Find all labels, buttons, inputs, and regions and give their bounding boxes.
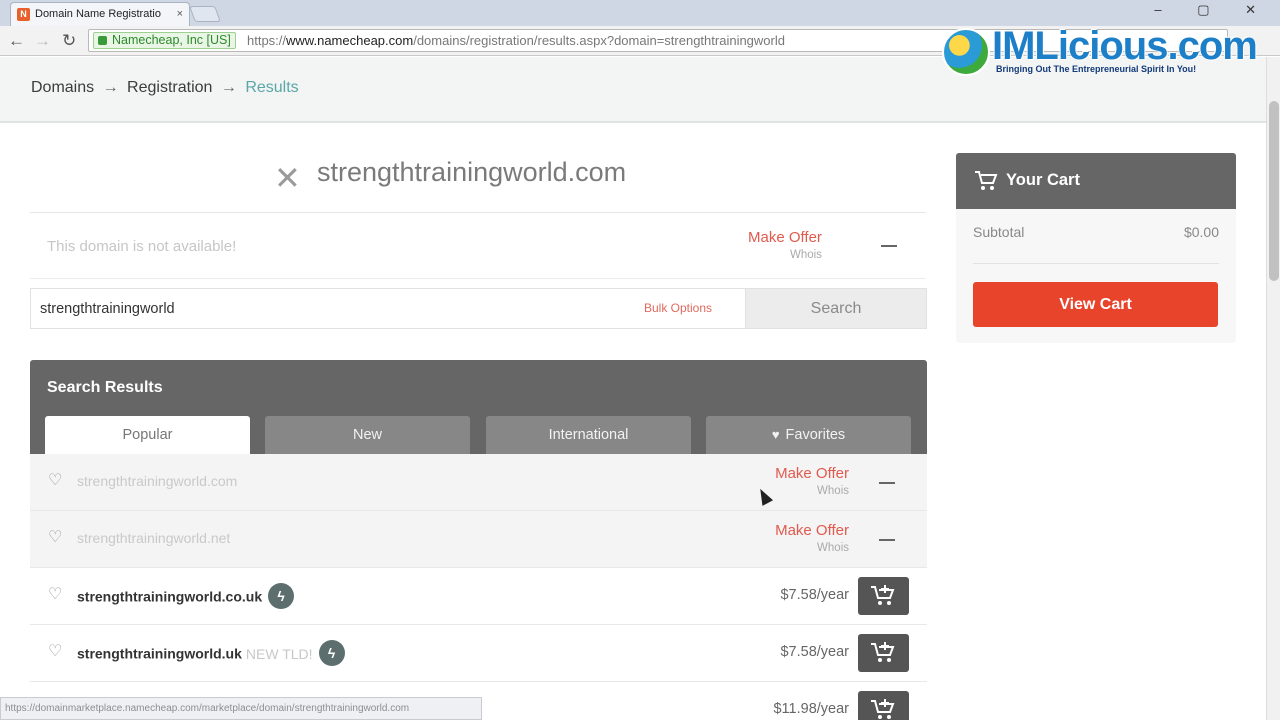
make-offer-link[interactable]: Make Offer [775, 465, 849, 482]
tab-close-icon[interactable]: × [177, 3, 183, 25]
add-to-cart-button[interactable] [858, 577, 909, 615]
new-tab-button[interactable] [189, 6, 221, 22]
collapse-minus-icon[interactable] [879, 482, 895, 484]
url-path: /domains/registration/results.aspx?domai… [413, 33, 785, 48]
imlicious-logo-icon [942, 28, 990, 76]
result-row: ♡ strengthtrainingworld.co.uk ϟ $7.58/yea… [30, 568, 927, 625]
result-row: ♡ strengthtrainingworld.com Make Offer W… [30, 454, 927, 511]
breadcrumb-separator: → [220, 79, 237, 96]
search-button[interactable]: Search [745, 289, 926, 328]
tab-favorites-label: Favorites [785, 427, 846, 443]
breadcrumb-results: Results [245, 79, 299, 96]
breadcrumb: Domains → Registration → Results [31, 79, 299, 97]
favorite-heart-icon[interactable]: ♡ [48, 644, 62, 660]
result-row: ♡ strengthtrainingworld.uk NEW TLD! ϟ $7.5… [30, 625, 927, 682]
ev-label: Namecheap, Inc [US] [112, 33, 231, 47]
browser-status-bar: https://domainmarketplace.namecheap.com/… [0, 697, 482, 720]
offer-group: Make Offer Whois [748, 229, 822, 261]
collapse-minus-icon[interactable] [879, 539, 895, 541]
searched-domain-header: ✕ strengthtrainingworld.com [30, 147, 926, 213]
watermark-title: IMLicious.com [992, 24, 1258, 68]
ev-certificate-badge[interactable]: Namecheap, Inc [US] [93, 32, 236, 49]
lightning-bolt-icon: ϟ [318, 640, 345, 666]
cart-sidebar: Your Cart Subtotal $0.00 View Cart [956, 153, 1236, 343]
search-results-header: Search Results Popular New International… [30, 360, 927, 454]
favorite-heart-icon[interactable]: ♡ [48, 587, 62, 603]
url-text[interactable]: https://www.namecheap.com/domains/regist… [247, 33, 785, 48]
browser-tab[interactable]: N Domain Name Registratio × [10, 2, 190, 26]
searched-domain-name: strengthtrainingworld.com [317, 157, 627, 187]
search-results-title: Search Results [47, 379, 163, 396]
cart-header: Your Cart [956, 153, 1236, 209]
breadcrumb-registration[interactable]: Registration [127, 79, 212, 96]
offer-group: Make Offer Whois [775, 465, 849, 497]
browser-tabbar: N Domain Name Registratio × – ▢ ✕ [0, 0, 1280, 26]
breadcrumb-separator: → [102, 79, 119, 96]
favorite-heart-icon[interactable]: ♡ [48, 473, 62, 489]
breadcrumb-domains[interactable]: Domains [31, 79, 94, 96]
tab-popular[interactable]: Popular [45, 416, 250, 454]
cart-icon [975, 171, 998, 190]
collapse-minus-icon[interactable] [881, 245, 897, 247]
cart-subtotal-row: Subtotal $0.00 [973, 224, 1219, 264]
subtotal-label: Subtotal [973, 224, 1025, 240]
make-offer-link[interactable]: Make Offer [748, 229, 822, 246]
add-to-cart-icon [871, 585, 895, 605]
lightning-bolt-icon: ϟ [268, 583, 295, 609]
new-tld-badge: NEW TLD! [245, 645, 313, 662]
result-domain-entry: strengthtrainingworld.co.uk ϟ [77, 583, 295, 609]
whois-link[interactable]: Whois [748, 249, 822, 261]
imlicious-watermark: IMLicious.com Bringing Out The Entrepren… [942, 24, 1264, 78]
domain-search-input[interactable]: strengthtrainingworld [40, 301, 175, 317]
page-scrollbar[interactable] [1266, 57, 1280, 720]
page-content: Domains → Registration → Results ✕ stren… [0, 57, 1266, 720]
back-icon[interactable]: ← [8, 31, 25, 51]
lock-icon [98, 36, 107, 45]
namecheap-favicon-icon: N [17, 8, 30, 21]
domain-search-bar: strengthtrainingworld Bulk Options Searc… [30, 288, 927, 329]
result-price: $11.98/year [773, 701, 849, 717]
result-domain-entry: strengthtrainingworld.uk NEW TLD! ϟ [77, 640, 345, 666]
tab-international[interactable]: International [486, 416, 691, 454]
watermark-subtitle: Bringing Out The Entrepreneurial Spirit … [996, 64, 1197, 74]
tab-new[interactable]: New [265, 416, 470, 454]
tab-favorites[interactable]: ♥ Favorites [706, 416, 911, 454]
result-domain-name: strengthtrainingworld.uk [77, 645, 242, 662]
heart-icon: ♥ [771, 427, 780, 442]
search-results-panel: Search Results Popular New International… [30, 360, 927, 720]
add-to-cart-button[interactable] [858, 634, 909, 672]
url-host: www.namecheap.com [286, 33, 414, 48]
window-controls[interactable]: – ▢ ✕ [1154, 2, 1272, 18]
result-row: ♡ strengthtrainingworld.net Make Offer W… [30, 511, 927, 568]
reload-icon[interactable]: ↻ [62, 31, 76, 51]
whois-link[interactable]: Whois [775, 485, 849, 497]
result-domain-name: strengthtrainingworld.co.uk [77, 588, 263, 605]
unavailable-x-icon: ✕ [274, 160, 301, 196]
unavailable-message: This domain is not available! [47, 238, 237, 255]
result-domain-name: strengthtrainingworld.com [77, 473, 238, 489]
tab-title: Domain Name Registratio [35, 8, 161, 20]
add-to-cart-button[interactable] [858, 691, 909, 720]
add-to-cart-icon [871, 699, 895, 719]
add-to-cart-icon [871, 642, 895, 662]
url-scheme: https:// [247, 33, 287, 48]
offer-group: Make Offer Whois [775, 522, 849, 554]
scrollbar-thumb[interactable] [1269, 101, 1279, 281]
result-price: $7.58/year [780, 587, 849, 603]
subtotal-value: $0.00 [1183, 224, 1219, 240]
view-cart-button[interactable]: View Cart [973, 282, 1218, 327]
forward-icon[interactable]: → [34, 31, 51, 51]
favorite-heart-icon[interactable]: ♡ [48, 530, 62, 546]
result-domain-name: strengthtrainingworld.net [77, 530, 231, 546]
bulk-options-link[interactable]: Bulk Options [644, 301, 712, 315]
make-offer-link[interactable]: Make Offer [775, 522, 849, 539]
result-price: $7.58/year [780, 644, 849, 660]
cart-title: Your Cart [1006, 171, 1080, 189]
whois-link[interactable]: Whois [775, 542, 849, 554]
unavailable-status-row: This domain is not available! Make Offer… [30, 213, 926, 279]
